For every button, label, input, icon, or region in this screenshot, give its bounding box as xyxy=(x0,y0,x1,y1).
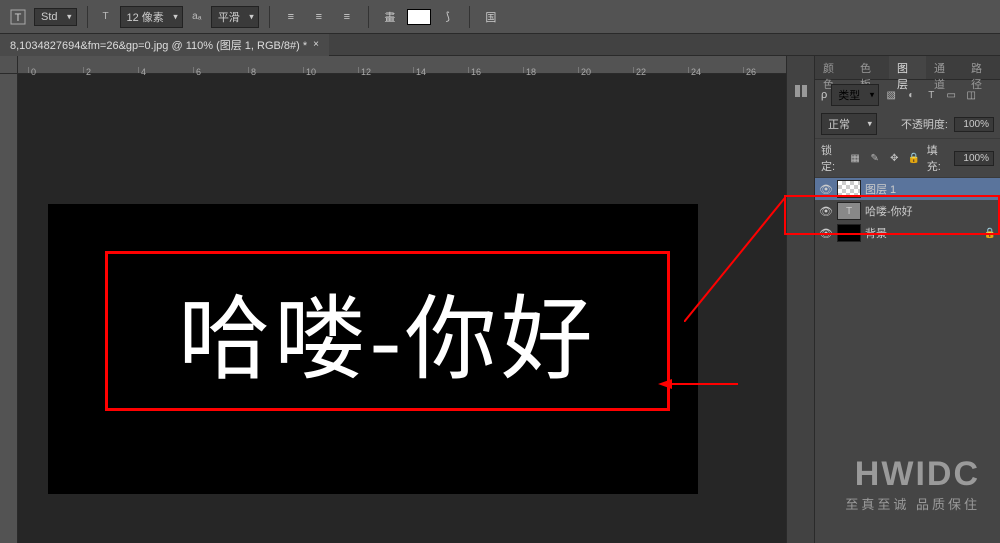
vertical-ruler xyxy=(0,74,18,543)
ruler-tick: 20 xyxy=(578,67,591,73)
layer-thumbnail xyxy=(837,180,861,198)
font-size-icon: T xyxy=(98,9,114,25)
canvas-area: 02468101214161820222426 哈喽-你好 xyxy=(0,56,786,543)
ruler-tick: 12 xyxy=(358,67,371,73)
align-left-icon[interactable]: ≡ xyxy=(280,6,302,28)
filter-smart-icon[interactable]: ◫ xyxy=(963,87,979,103)
collapsed-panel-dock xyxy=(786,56,814,543)
ruler-corner xyxy=(0,56,18,74)
ruler-tick: 22 xyxy=(633,67,646,73)
fill-input[interactable] xyxy=(954,151,994,166)
type-tool-icon: T xyxy=(8,7,28,27)
layer-name: 哈喽-你好 xyxy=(865,203,913,219)
font-style-dropdown[interactable]: Std xyxy=(34,8,77,26)
layer-row[interactable]: 👁 背景 🔒 xyxy=(815,222,1000,244)
close-tab-icon[interactable]: × xyxy=(313,39,319,50)
layer-name: 图层 1 xyxy=(865,181,896,197)
layers-panel: 颜色色板图层通道路径 ρ 类型 ▧ ◐ T ▭ ◫ 正常 不透明度: 锁定: ▦… xyxy=(814,56,1000,543)
ruler-tick: 10 xyxy=(303,67,316,73)
lock-all-icon[interactable]: 🔒 xyxy=(907,150,921,166)
panel-toggle-icon[interactable]: 国 xyxy=(480,6,502,28)
lock-pixels-icon[interactable]: ▦ xyxy=(848,150,862,166)
ruler-tick: 2 xyxy=(83,67,91,73)
text-color-swatch[interactable] xyxy=(407,9,431,25)
ruler-tick: 4 xyxy=(138,67,146,73)
layer-filter-row: ρ 类型 ▧ ◐ T ▭ ◫ xyxy=(815,80,1000,110)
document-title: 8,1034827694&fm=26&gp=0.jpg @ 110% (图层 1… xyxy=(10,37,307,53)
visibility-eye-icon[interactable]: 👁 xyxy=(819,204,833,218)
filter-shape-icon[interactable]: ▭ xyxy=(943,87,959,103)
filter-image-icon[interactable]: ▧ xyxy=(883,87,899,103)
font-size-dropdown[interactable]: 12 像素 xyxy=(120,6,183,28)
panel-tab-4[interactable]: 路径 xyxy=(963,56,1000,79)
align-right-icon[interactable]: ≡ xyxy=(336,6,358,28)
document-tab[interactable]: 8,1034827694&fm=26&gp=0.jpg @ 110% (图层 1… xyxy=(0,34,329,56)
canvas-text: 哈喽-你好 xyxy=(178,265,597,398)
filter-type-icon[interactable]: T xyxy=(923,87,939,103)
annotation-arrow-icon xyxy=(684,152,786,322)
ruler-tick: 26 xyxy=(743,67,756,73)
blend-mode-dropdown[interactable]: 正常 xyxy=(821,113,877,135)
text-orientation-icon[interactable]: 畫 xyxy=(379,6,401,28)
opacity-label: 不透明度: xyxy=(901,116,948,132)
lock-move-icon[interactable]: ✥ xyxy=(887,150,901,166)
svg-text:T: T xyxy=(15,12,22,24)
artboard: 哈喽-你好 xyxy=(48,204,698,494)
panel-tab-0[interactable]: 颜色 xyxy=(815,56,852,79)
panel-tab-strip: 颜色色板图层通道路径 xyxy=(815,56,1000,80)
visibility-eye-icon[interactable]: 👁 xyxy=(819,226,833,240)
canvas[interactable]: 哈喽-你好 xyxy=(18,74,786,543)
ruler-tick: 14 xyxy=(413,67,426,73)
opacity-input[interactable] xyxy=(954,117,994,132)
layer-row[interactable]: 👁 图层 1 xyxy=(815,178,1000,200)
anti-alias-dropdown[interactable]: 平滑 xyxy=(211,6,259,28)
separator xyxy=(269,6,270,28)
selection-box: 哈喽-你好 xyxy=(105,251,670,411)
aa-icon: aₐ xyxy=(189,9,205,25)
warp-text-icon[interactable]: ⟆ xyxy=(437,6,459,28)
ruler-tick: 8 xyxy=(248,67,256,73)
document-tab-bar: 8,1034827694&fm=26&gp=0.jpg @ 110% (图层 1… xyxy=(0,34,1000,56)
panel-tab-1[interactable]: 色板 xyxy=(852,56,889,79)
align-center-icon[interactable]: ≡ xyxy=(308,6,330,28)
separator xyxy=(469,6,470,28)
layer-thumbnail: T xyxy=(837,202,861,220)
layer-name: 背景 xyxy=(865,225,887,241)
options-bar: T Std T 12 像素 aₐ 平滑 ≡ ≡ ≡ 畫 ⟆ 国 xyxy=(0,0,1000,34)
ruler-tick: 16 xyxy=(468,67,481,73)
blend-opacity-row: 正常 不透明度: xyxy=(815,110,1000,139)
panel-dock-icon[interactable] xyxy=(790,80,812,102)
lock-fill-row: 锁定: ▦ ✎ ✥ 🔒 填充: xyxy=(815,139,1000,178)
lock-brush-icon[interactable]: ✎ xyxy=(868,150,882,166)
visibility-eye-icon[interactable]: 👁 xyxy=(819,182,833,196)
layer-row[interactable]: 👁 T哈喽-你好 xyxy=(815,200,1000,222)
separator xyxy=(87,6,88,28)
layers-list: 👁 图层 1 👁 T哈喽-你好 👁 背景 🔒 xyxy=(815,178,1000,543)
filter-adjust-icon[interactable]: ◐ xyxy=(903,87,919,103)
separator xyxy=(368,6,369,28)
panel-tab-3[interactable]: 通道 xyxy=(926,56,963,79)
ruler-tick: 0 xyxy=(28,67,36,73)
ruler-tick: 6 xyxy=(193,67,201,73)
main-area: 02468101214161820222426 哈喽-你好 颜色色板图层通道路径… xyxy=(0,56,1000,543)
fill-label: 填充: xyxy=(927,142,948,174)
ruler-tick: 18 xyxy=(523,67,536,73)
lock-label: 锁定: xyxy=(821,142,842,174)
lock-icon: 🔒 xyxy=(984,228,996,239)
horizontal-ruler: 02468101214161820222426 xyxy=(18,56,786,74)
layer-thumbnail xyxy=(837,224,861,242)
ruler-tick: 24 xyxy=(688,67,701,73)
filter-type-dropdown[interactable]: 类型 xyxy=(831,84,879,106)
panel-tab-2[interactable]: 图层 xyxy=(889,56,926,79)
